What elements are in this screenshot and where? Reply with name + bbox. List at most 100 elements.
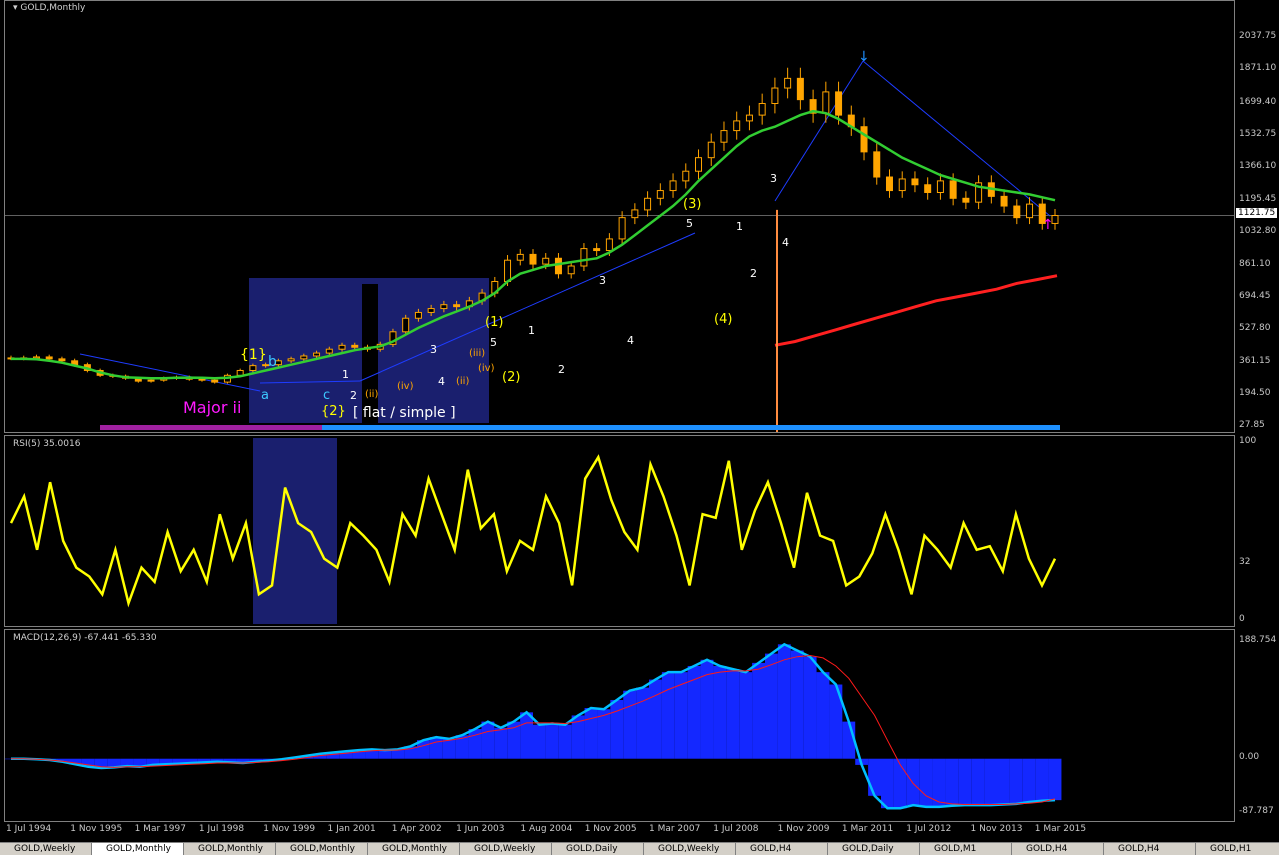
macd-histogram-bar: [558, 724, 572, 759]
tab-chart[interactable]: GOLD,Monthly: [368, 843, 460, 855]
candle-body: [784, 77, 792, 89]
candle-body: [1013, 205, 1021, 219]
candle-body: [414, 311, 422, 319]
macd-histogram-bar: [481, 721, 495, 759]
time-tick-label: 1 Nov 2013: [970, 824, 1023, 834]
candle-body: [45, 356, 53, 360]
candle-body: [1026, 203, 1034, 219]
macd-histogram-bar: [494, 727, 508, 759]
candle-body: [758, 103, 766, 116]
candle-body: [1000, 195, 1008, 207]
tab-chart[interactable]: GOLD,Daily: [552, 843, 644, 855]
candle-body: [440, 304, 448, 310]
time-tick-label: 1 Mar 1997: [134, 824, 186, 834]
macd-histogram-bar: [584, 708, 598, 759]
candle-body: [656, 190, 664, 199]
candle-body: [822, 91, 830, 114]
candle-body: [796, 77, 804, 101]
price-pane[interactable]: ▾ GOLD,Monthly ↓ ↑ {1} b a Major ii c {2}[ flat…: [4, 0, 1235, 433]
candle-body: [287, 358, 295, 362]
wave-label: (iii): [469, 348, 485, 359]
axis-tick-label: -87.787: [1239, 806, 1274, 816]
candle-body: [720, 130, 728, 143]
tab-chart[interactable]: GOLD,H4: [1012, 843, 1104, 855]
candle-body: [936, 180, 944, 193]
wave-label: (ii): [365, 389, 378, 400]
macd-histogram-bar: [739, 672, 753, 759]
axis-tick-label: 1699.40: [1239, 96, 1277, 107]
candle-body: [605, 238, 613, 252]
time-tick-label: 1 Aug 2004: [520, 824, 573, 834]
macd-histogram-bar: [713, 665, 727, 759]
candle-body: [911, 178, 919, 186]
candle-body: [338, 344, 346, 350]
time-axis: 1 Jul 1994 1 Nov 1995 1 Mar 1997 1 Jul 1998…: [4, 822, 1235, 842]
macd-chart: [5, 642, 1062, 810]
candle-body: [211, 379, 219, 383]
macd-histogram-bar: [661, 672, 675, 759]
tab-chart[interactable]: GOLD,Monthly: [276, 843, 368, 855]
current-price-label: 1121.75: [1236, 208, 1278, 219]
time-tick-label: 1 Jul 2012: [906, 824, 952, 834]
candle-body: [593, 248, 601, 252]
macd-pane[interactable]: MACD(12,26,9) -67.441 -65.330: [4, 629, 1235, 822]
candle-body: [554, 257, 562, 275]
macd-histogram-bar: [803, 656, 817, 759]
rsi-pane[interactable]: RSI(5) 35.0016: [4, 435, 1235, 627]
candle-body: [567, 265, 575, 275]
macd-histogram-bar: [919, 758, 933, 807]
candle-body: [529, 253, 537, 265]
macd-histogram-bar: [1009, 758, 1023, 804]
macd-histogram-bar: [958, 758, 972, 806]
candle-body: [147, 379, 155, 382]
candle-body: [924, 184, 932, 193]
wave-label: a: [261, 388, 269, 403]
tab-chart[interactable]: GOLD,M1: [920, 843, 1012, 855]
macd-histogram-bar: [442, 738, 456, 759]
candle-body: [745, 114, 753, 122]
time-tick-label: 1 Mar 2011: [841, 824, 894, 834]
time-tick-label: 1 Jul 2008: [713, 824, 759, 834]
ma-slow-line: [774, 274, 1058, 347]
tab-chart[interactable]: GOLD,Weekly: [644, 843, 736, 855]
tab-chart[interactable]: GOLD,Weekly: [460, 843, 552, 855]
tab-chart[interactable]: GOLD,H4: [736, 843, 828, 855]
candle-body: [707, 141, 715, 159]
time-tick-label: 1 Jul 1998: [198, 824, 245, 834]
macd-histogram-bar: [971, 758, 985, 806]
wave-label: 5: [686, 217, 693, 230]
tab-chart[interactable]: GOLD,Daily: [828, 843, 920, 855]
chart-tabs[interactable]: GOLD,Weekly GOLD,Monthly GOLD,Monthly GOLD,…: [0, 842, 1279, 855]
time-tick-label: 1 Nov 2005: [584, 824, 637, 834]
macd-histogram-bar: [533, 724, 546, 759]
wave-label: 5: [490, 336, 497, 349]
candle-body: [453, 304, 461, 308]
time-tick-label: 1 Jul 1994: [6, 824, 52, 834]
candle-body: [58, 358, 66, 362]
tab-chart[interactable]: GOLD,Monthly: [92, 843, 184, 855]
tab-chart[interactable]: GOLD,H4: [1104, 843, 1196, 855]
macd-histogram-bar: [674, 672, 688, 759]
candle-body: [733, 120, 741, 132]
macd-histogram-bar: [945, 758, 959, 806]
macd-histogram-bar: [893, 758, 907, 809]
tab-chart[interactable]: GOLD,Monthly: [184, 843, 276, 855]
macd-histogram-bar: [726, 669, 740, 759]
axis-tick-label: 1871.10: [1239, 63, 1277, 74]
candle-body: [516, 253, 524, 261]
axis-tick-label: 0: [1239, 614, 1245, 624]
time-tick-label: 1 Nov 1999: [263, 824, 316, 834]
highlight-gap: [362, 284, 378, 424]
axis-tick-label: 27.85: [1239, 420, 1265, 430]
macd-histogram-bar: [984, 758, 997, 806]
candle-body: [618, 217, 626, 240]
macd-histogram-bar: [378, 750, 392, 759]
candle-body: [32, 356, 40, 359]
axis-tick-label: 527.80: [1239, 323, 1271, 334]
candle-body: [669, 180, 677, 192]
candle-body: [300, 355, 308, 360]
tab-chart[interactable]: GOLD,Weekly: [0, 843, 92, 855]
price-axis: 2037.75 1871.10 1699.40 1532.75 1366.10 1195.…: [1235, 0, 1279, 433]
axis-tick-label: 32: [1239, 557, 1251, 568]
tab-chart[interactable]: GOLD,H1: [1196, 843, 1279, 855]
